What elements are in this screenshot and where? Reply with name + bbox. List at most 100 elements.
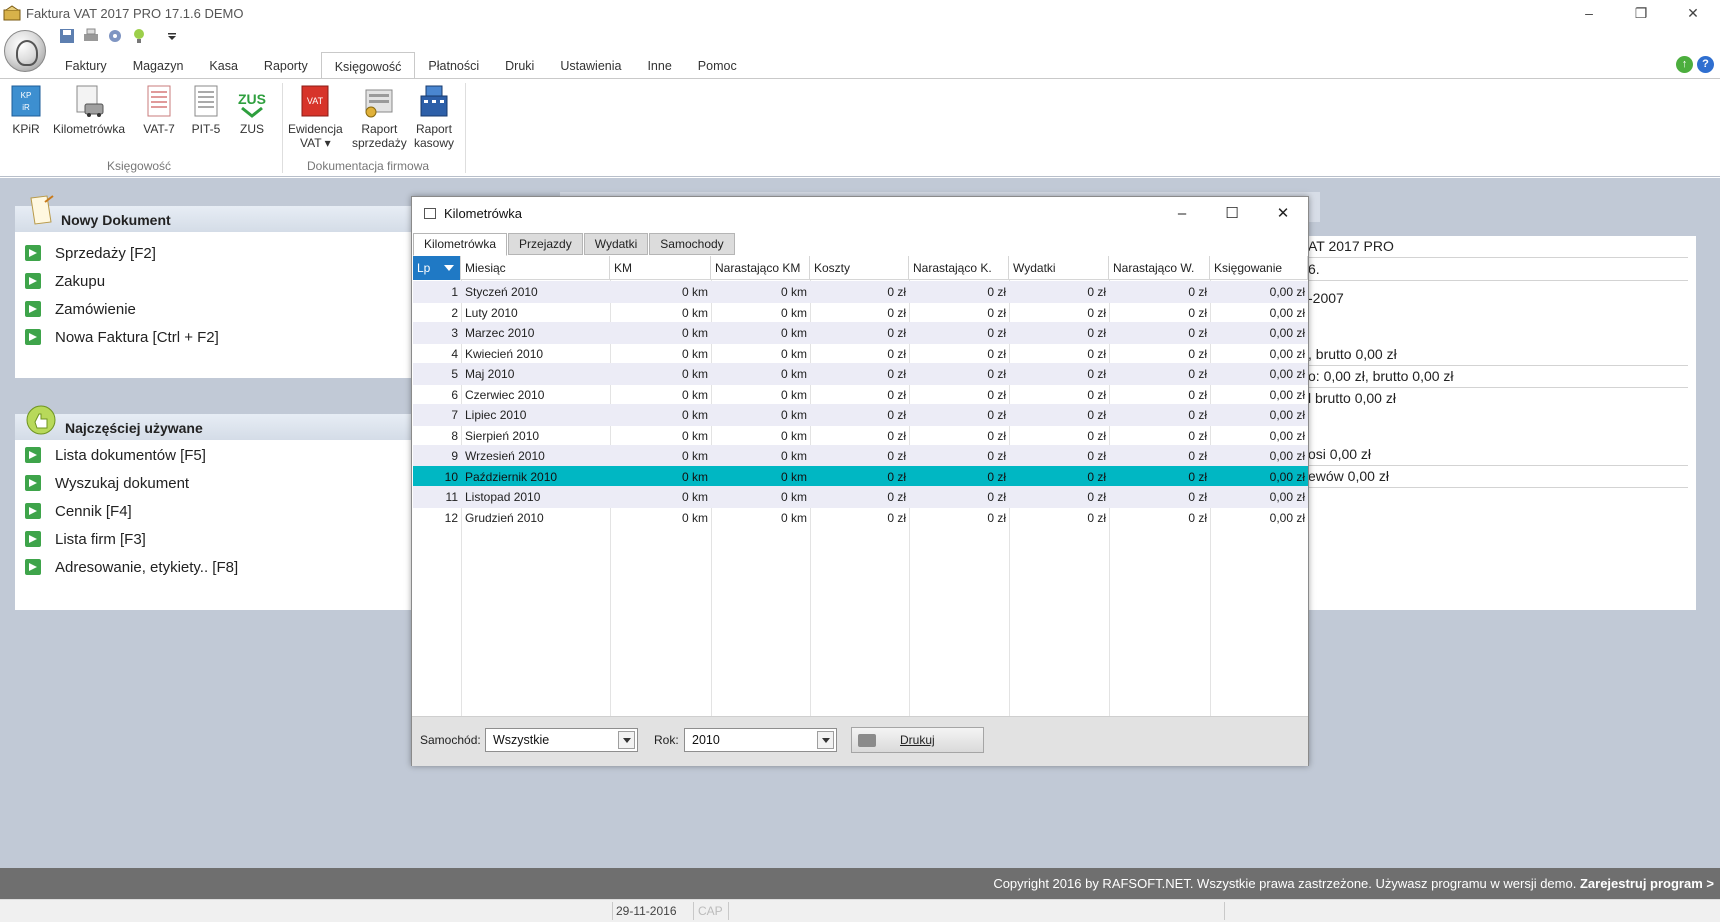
cell-km: 0 km (681, 285, 708, 299)
table-row[interactable]: 10 Październik 2010 0 km 0 km 0 zł 0 zł 0 zł 0 … (413, 465, 1308, 488)
year-select[interactable]: 2010 (684, 728, 837, 752)
cell-lp: 5 (451, 367, 458, 381)
column-header-narastajaco-k[interactable]: Narastająco K. (909, 256, 1009, 280)
save-icon[interactable] (58, 28, 76, 44)
tab-kasa[interactable]: Kasa (196, 52, 251, 78)
ewidencja-vat-button[interactable]: VAT Ewidencja VAT ▾ (288, 84, 343, 150)
info-divider (1308, 257, 1688, 258)
cell-ksieg: 0,00 zł (1269, 326, 1305, 340)
cell-nar_k: 0 zł (987, 490, 1006, 504)
raport-sprzedazy-button[interactable]: Raport sprzedaży (352, 84, 407, 150)
column-header-narastajaco-w[interactable]: Narastająco W. (1109, 256, 1210, 280)
column-header-ksiegowanie[interactable]: Księgowanie (1210, 256, 1308, 280)
tab-platnosci[interactable]: Płatności (415, 52, 492, 78)
column-header-km[interactable]: KM (610, 256, 711, 280)
chevron-down-icon[interactable] (618, 731, 635, 749)
ewidencja-label-2: VAT ▾ (300, 136, 331, 150)
tab-faktury[interactable]: Faktury (52, 52, 120, 78)
link-lista-firm[interactable]: Lista firm [F3] (25, 528, 146, 550)
link-sprzedazy[interactable]: Sprzedaży [F2] (25, 242, 156, 264)
application-menu-button[interactable] (4, 30, 46, 72)
column-header-miesiac[interactable]: Miesiąc (461, 256, 610, 280)
cell-nar_k: 0 zł (987, 285, 1006, 299)
link-zakupu[interactable]: Zakupu (25, 270, 105, 292)
print-button[interactable]: Drukuj (851, 727, 984, 753)
dialog-close-button[interactable]: ✕ (1258, 197, 1308, 229)
link-nowa-faktura[interactable]: Nowa Faktura [Ctrl + F2] (25, 326, 219, 348)
column-header-wydatki[interactable]: Wydatki (1009, 256, 1109, 280)
dialog-maximize-button[interactable]: ☐ (1207, 197, 1257, 229)
pit5-button[interactable]: PIT-5 (190, 84, 222, 136)
new-document-header: Nowy Dokument (15, 195, 415, 232)
cell-lp: 3 (451, 326, 458, 340)
table-row[interactable]: 1 Styczeń 2010 0 km 0 km 0 zł 0 zł 0 zł 0 zł 0,0… (413, 281, 1308, 303)
table-row[interactable]: 3 Marzec 2010 0 km 0 km 0 zł 0 zł 0 zł 0 zł 0,00… (413, 322, 1308, 344)
restore-button[interactable]: ❐ (1616, 0, 1666, 26)
kpir-button[interactable]: KP iR KPiR (10, 84, 42, 136)
update-icon[interactable]: ↑ (1676, 56, 1693, 73)
car-select[interactable]: Wszystkie (485, 728, 638, 752)
link-wyszukaj-dokument[interactable]: Wyszukaj dokument (25, 472, 189, 494)
link-label: Lista firm [F3] (55, 530, 146, 548)
cell-km: 0 km (681, 408, 708, 422)
most-used-header: Najczęściej używane (15, 405, 415, 440)
table-row[interactable]: 11 Listopad 2010 0 km 0 km 0 zł 0 zł 0 zł 0 zł 0… (413, 486, 1308, 508)
cell-lp: 2 (451, 305, 458, 320)
link-zamowienie[interactable]: Zamówienie (25, 298, 136, 320)
vat7-button[interactable]: VAT-7 (143, 84, 175, 136)
svg-text:ZUS: ZUS (238, 91, 266, 107)
link-label: Adresowanie, etykiety.. [F8] (55, 558, 239, 576)
arrow-right-icon (25, 245, 41, 261)
cell-nar_w: 0 zł (1188, 346, 1207, 361)
footer-text: Copyright 2016 by RAFSOFT.NET. Wszystkie… (993, 876, 1714, 891)
print-icon[interactable] (82, 28, 100, 44)
lightbulb-icon[interactable] (130, 28, 148, 44)
zus-button[interactable]: ZUS ZUS (236, 84, 268, 136)
column-header-lp[interactable]: Lp (413, 256, 461, 280)
table-row[interactable]: 4 Kwiecień 2010 0 km 0 km 0 zł 0 zł 0 zł 0 zł 0,… (413, 343, 1308, 365)
table-row[interactable]: 2 Luty 2010 0 km 0 km 0 zł 0 zł 0 zł 0 zł 0,00 z… (413, 302, 1308, 324)
table-row[interactable]: 7 Lipiec 2010 0 km 0 km 0 zł 0 zł 0 zł 0 zł 0,00… (413, 404, 1308, 426)
cell-nar_w: 0 zł (1188, 387, 1207, 402)
cell-nar_w: 0 zł (1188, 428, 1207, 443)
raport-kasowy-button[interactable]: Raport kasowy (414, 84, 454, 150)
tab-raporty[interactable]: Raporty (251, 52, 321, 78)
tab-przejazdy[interactable]: Przejazdy (508, 233, 583, 255)
column-header-koszty[interactable]: Koszty (810, 256, 909, 280)
cell-wydatki: 0 zł (1087, 346, 1106, 361)
info-divider (1308, 365, 1688, 366)
tab-samochody[interactable]: Samochody (649, 233, 735, 255)
tab-kilometrowka[interactable]: Kilometrówka (413, 233, 508, 256)
customize-quick-access-icon[interactable] (166, 28, 178, 44)
table-row[interactable]: 6 Czerwiec 2010 0 km 0 km 0 zł 0 zł 0 zł 0 zł 0,… (413, 384, 1308, 406)
dialog-minimize-button[interactable]: – (1157, 197, 1207, 229)
tab-inne[interactable]: Inne (634, 52, 684, 78)
tab-ksiegowosc[interactable]: Księgowość (320, 52, 416, 79)
close-button[interactable]: ✕ (1668, 0, 1718, 26)
table-row[interactable]: 9 Wrzesień 2010 0 km 0 km 0 zł 0 zł 0 zł 0 zł 0,… (413, 445, 1308, 467)
year-select-value: 2010 (692, 733, 720, 747)
tab-magazyn[interactable]: Magazyn (120, 52, 197, 78)
tab-druki[interactable]: Druki (492, 52, 547, 78)
cell-ksieg: 0,00 zł (1269, 449, 1305, 463)
tab-ustawienia[interactable]: Ustawienia (547, 52, 634, 78)
help-icon[interactable]: ? (1697, 56, 1714, 73)
link-lista-dokumentow[interactable]: Lista dokumentów [F5] (25, 444, 206, 466)
cell-miesiac: Lipiec 2010 (465, 408, 527, 422)
column-header-narastajaco-km[interactable]: Narastająco KM (711, 256, 810, 280)
tab-pomoc[interactable]: Pomoc (685, 52, 750, 78)
chevron-down-icon[interactable] (817, 731, 834, 749)
register-link[interactable]: Zarejestruj program > (1580, 876, 1714, 891)
status-separator (693, 902, 694, 920)
link-cennik[interactable]: Cennik [F4] (25, 500, 132, 522)
cell-ksieg: 0,00 zł (1269, 387, 1305, 402)
tab-wydatki[interactable]: Wydatki (583, 233, 649, 255)
table-row[interactable]: 5 Maj 2010 0 km 0 km 0 zł 0 zł 0 zł 0 zł 0,00 zł (413, 363, 1308, 385)
link-adresowanie[interactable]: Adresowanie, etykiety.. [F8] (25, 556, 238, 578)
table-row[interactable]: 12 Grudzień 2010 0 km 0 km 0 zł 0 zł 0 zł 0 zł 0… (413, 507, 1308, 529)
table-row[interactable]: 8 Sierpień 2010 0 km 0 km 0 zł 0 zł 0 zł 0 zł 0,… (413, 425, 1308, 447)
minimize-button[interactable]: – (1564, 0, 1614, 26)
settings-icon[interactable] (106, 28, 124, 44)
kilometrowka-button[interactable]: Kilometrówka (53, 84, 125, 136)
raport-sprzedazy-label-2: sprzedaży (352, 136, 407, 150)
